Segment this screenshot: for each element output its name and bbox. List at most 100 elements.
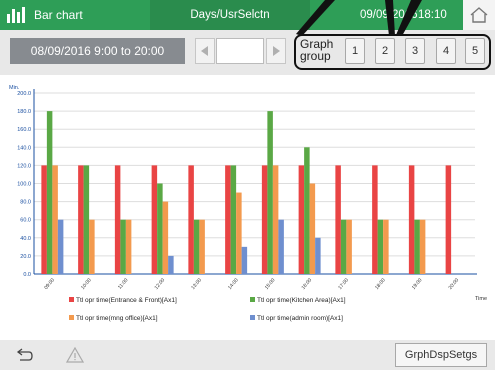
bar [267, 111, 273, 274]
legend-entry: Ttl opr time(Kitchen Area)[Ax1] [257, 297, 346, 304]
y-tick-label: 100.0 [17, 182, 31, 188]
bar [241, 246, 248, 274]
bar [89, 219, 95, 274]
x-tick-label: 14:00 [227, 277, 240, 291]
y-tick-label: 0.0 [23, 272, 31, 278]
legend-swatch [250, 315, 255, 320]
y-tick-label: 180.0 [17, 109, 31, 115]
bar [230, 165, 237, 274]
graph-group-button-1[interactable]: 1 [345, 38, 365, 64]
bar [78, 165, 84, 274]
chart-area: 0.0 20.0 40.0 60.0 80.0 100.0 120.0 140.0 160.0 1… [5, 78, 490, 333]
period-field[interactable] [216, 38, 264, 64]
next-period-button[interactable] [266, 38, 286, 64]
bar [83, 165, 90, 274]
x-tick-label: 13:00 [190, 277, 203, 291]
bar [414, 219, 420, 274]
bar [346, 219, 352, 274]
home-icon [470, 7, 488, 23]
x-tick-label: 17:00 [337, 277, 350, 291]
y-tick-label: 160.0 [17, 127, 31, 133]
alarm-button[interactable] [60, 344, 90, 366]
bar [188, 165, 194, 274]
bar [298, 165, 305, 274]
bar [151, 165, 158, 274]
x-axis-label: Time [475, 296, 487, 302]
bar-chart: 0.0 20.0 40.0 60.0 80.0 100.0 120.0 140.0 160.0 1… [9, 85, 487, 322]
bar [52, 165, 58, 274]
y-axis-label: Min. [9, 85, 20, 91]
bar [272, 165, 279, 274]
legend-swatch [69, 297, 74, 302]
graph-display-settings-button[interactable]: GrphDspSetgs [395, 343, 487, 367]
period-display: 08/09/2016 9:00 to 20:00 [10, 38, 185, 64]
arrow-left-icon [201, 46, 208, 56]
bar [304, 147, 310, 274]
x-tick-label: 20:00 [448, 277, 461, 291]
legend-swatch [69, 315, 74, 320]
bar [309, 183, 316, 274]
graph-group-button-2[interactable]: 2 [375, 38, 395, 64]
y-tick-label: 120.0 [17, 163, 31, 169]
legend-entry: Ttl opr time(admin room)[Ax1] [257, 315, 343, 322]
legend-swatch [250, 297, 255, 302]
bar-chart-icon [7, 7, 25, 23]
bar [445, 165, 452, 274]
y-tick-label: 200.0 [17, 91, 31, 97]
bar [419, 219, 426, 274]
x-tick-label: 15:00 [264, 277, 277, 291]
bar [225, 165, 231, 274]
legend-entry: Ttl opr time(mng office)[Ax1] [76, 315, 158, 322]
return-icon [16, 348, 33, 361]
bar [372, 165, 378, 274]
y-tick-label: 140.0 [17, 145, 31, 151]
app-title-area: Bar chart [0, 0, 150, 30]
x-tick-label: 12:00 [154, 277, 167, 291]
bar [340, 219, 347, 274]
bar [157, 183, 163, 274]
x-tick-label: 11:00 [117, 277, 130, 290]
x-tick-label: 16:00 [301, 277, 314, 291]
y-tick-label: 40.0 [20, 236, 31, 242]
display-mode: Days/UsrSelctn [150, 0, 310, 30]
back-button[interactable] [10, 344, 40, 366]
bar [41, 165, 47, 274]
bar [193, 219, 200, 274]
x-tick-label: 10:00 [80, 277, 93, 291]
bar [315, 237, 321, 274]
graph-group-label: Graph group [300, 38, 333, 62]
prev-period-button[interactable] [195, 38, 215, 64]
x-tick-label: 18:00 [374, 277, 387, 291]
y-tick-label: 20.0 [20, 254, 31, 260]
bar [114, 165, 121, 274]
home-button[interactable] [463, 0, 495, 30]
bar [168, 255, 174, 274]
app-title: Bar chart [34, 8, 83, 22]
bar [278, 219, 284, 274]
display-mode-label: Days/UsrSelctn [190, 9, 270, 21]
bar [236, 192, 242, 274]
bar [335, 165, 341, 274]
graph-group-button-5[interactable]: 5 [465, 38, 485, 64]
x-tick-label: 09:00 [43, 277, 56, 291]
current-time: 18:10 [418, 9, 447, 21]
bar [162, 201, 169, 274]
bar [408, 165, 415, 274]
x-tick-label: 19:00 [411, 277, 424, 291]
bar [125, 219, 132, 274]
bar [46, 111, 53, 274]
y-tick-label: 80.0 [20, 200, 31, 206]
graph-group-button-3[interactable]: 3 [405, 38, 425, 64]
bar [57, 219, 64, 274]
warning-icon [66, 347, 84, 363]
bar [120, 219, 126, 274]
title-bar: Bar chart Days/UsrSelctn 09/09/2016 18:1… [0, 0, 495, 30]
bar [199, 219, 205, 274]
graph-group-button-4[interactable]: 4 [436, 38, 456, 64]
y-tick-label: 60.0 [20, 218, 31, 224]
bar [383, 219, 389, 274]
legend-entry: Ttl opr time(Entrance & Front)[Ax1] [76, 297, 177, 304]
bar [377, 219, 384, 274]
graph-group-label-line2: group [300, 49, 331, 63]
arrow-right-icon [273, 46, 280, 56]
